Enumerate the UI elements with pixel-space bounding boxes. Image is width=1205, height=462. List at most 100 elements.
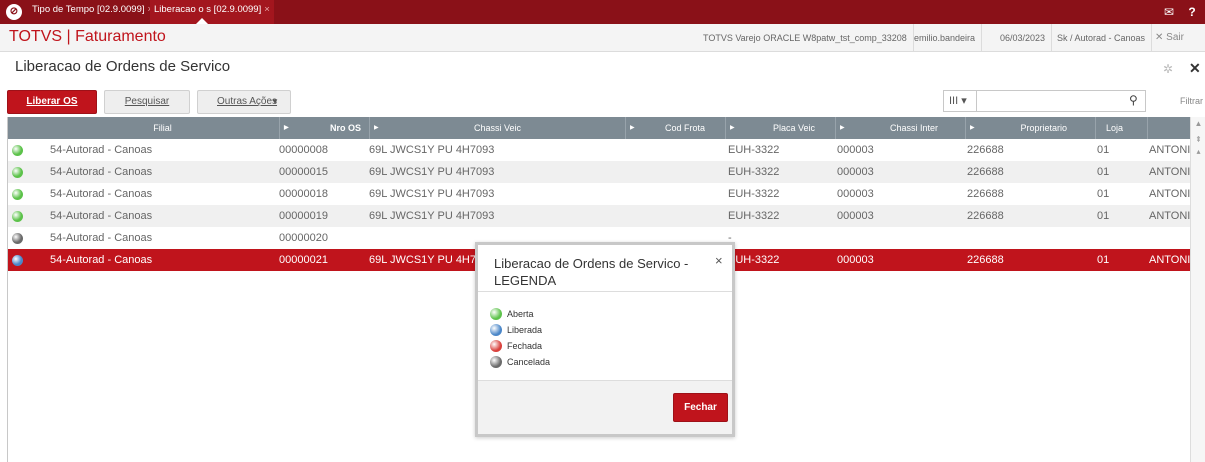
divider <box>478 291 732 292</box>
vertical-scrollbar[interactable]: ▲ ⇞ ▴ <box>1190 117 1205 462</box>
user-label: emilio.bandeira <box>908 24 983 52</box>
tab-tipo-de-tempo[interactable]: Tipo de Tempo [02.9.0099]× <box>28 0 157 24</box>
legend-item: Liberada <box>490 323 550 339</box>
legend-label: Cancelada <box>507 357 551 367</box>
cell-chassi: 69L JWCS1Y PU 4H7093 <box>369 210 495 222</box>
scroll-top-icon[interactable]: ▲ <box>1194 119 1203 128</box>
legend-label: Liberada <box>507 325 543 335</box>
legend-status-icon <box>490 356 502 368</box>
column-header-filial[interactable]: Filial <box>46 117 279 139</box>
cell-loja <box>1097 227 1147 249</box>
tab-liberacao-os[interactable]: Liberacao o s [02.9.0099] × <box>150 0 274 24</box>
totvs-logo-icon[interactable]: ⊘ <box>6 4 22 20</box>
mail-icon[interactable]: ✉ <box>1161 4 1177 20</box>
legend-item: Fechada <box>490 339 550 355</box>
scroll-step-icon[interactable]: ▴ <box>1194 147 1203 156</box>
cell-loja: 01 <box>1097 210 1110 222</box>
top-tab-bar: ⊘ Tipo de Tempo [02.9.0099]× Liberacao o… <box>0 0 1205 24</box>
sort-icon: ▶ <box>284 125 289 131</box>
sort-icon: ▶ <box>840 125 845 131</box>
cell-nome <box>1149 227 1190 249</box>
legend-label: Aberta <box>507 309 534 319</box>
sort-icon: ▶ <box>374 125 379 131</box>
liberar-os-button[interactable]: Liberar OS <box>7 90 97 114</box>
legend-item: Cancelada <box>490 355 550 371</box>
cell-nro-os: 00000021 <box>279 254 328 266</box>
column-header-loja[interactable]: Loja <box>1095 117 1147 139</box>
tab-close-icon[interactable]: × <box>264 4 270 15</box>
status-green-icon <box>12 211 23 222</box>
cell-cod-frota <box>625 161 725 183</box>
cell-placa: EUH-3322 <box>728 188 780 200</box>
cell-nro-os: 00000008 <box>279 144 328 156</box>
cell-chassi-inter: 000003 <box>837 188 874 200</box>
cell-loja: 01 <box>1097 254 1110 266</box>
outras-acoes-button[interactable]: Outras Ações ▼ <box>197 90 291 114</box>
legend-dialog: Liberacao de Ordens de Servico - LEGENDA… <box>475 242 735 437</box>
legend-status-icon <box>490 308 502 320</box>
cell-placa: EUH-3322 <box>728 254 780 266</box>
grid-header: Filial ▶ Nro OS ▶ Chassi Veic ▶ Cod Frota ▶… <box>8 117 1190 139</box>
dialog-close-icon[interactable]: × <box>715 253 723 268</box>
legend-label: Fechada <box>507 341 543 351</box>
column-selector[interactable]: III ▾ <box>943 90 977 112</box>
branch-label[interactable]: Sk / Autorad - Canoas <box>1051 24 1153 52</box>
sort-icon: ▶ <box>630 125 635 131</box>
app-header: TOTVS | Faturamento TOTVS Varejo ORACLE … <box>0 24 1205 52</box>
fechar-button[interactable]: Fechar <box>673 393 728 422</box>
column-header-proprietario[interactable]: ▶ Proprietario <box>965 117 1095 139</box>
help-icon[interactable]: ? <box>1184 4 1200 20</box>
status-gray-icon <box>12 233 23 244</box>
tab-label: Tipo de Tempo [02.9.0099] <box>32 4 145 15</box>
cell-filial: 54-Autorad - Canoas <box>50 166 153 178</box>
cell-nome: ANTONIO <box>1149 188 1190 200</box>
cell-loja: 01 <box>1097 144 1110 156</box>
cell-chassi: 69L JWCS1Y PU 4H7093 <box>369 166 495 178</box>
dialog-footer: Fechar <box>478 380 732 434</box>
cell-cod-frota <box>625 139 725 161</box>
table-row[interactable]: 54-Autorad - Canoas 00000015 69L JWCS1Y PU… <box>8 161 1190 183</box>
search-icon[interactable]: ⚲ <box>1129 93 1138 107</box>
cell-chassi: 69L JWCS1Y PU 4H7093 <box>369 144 495 156</box>
scroll-up-icon[interactable]: ⇞ <box>1194 135 1203 144</box>
cell-nome: ANTONIO <box>1149 254 1190 266</box>
legend-status-icon <box>490 340 502 352</box>
cell-chassi-inter: 000003 <box>837 144 874 156</box>
status-blue-icon <box>12 255 23 266</box>
search-input[interactable] <box>976 90 1146 112</box>
cell-filial: 54-Autorad - Canoas <box>50 232 153 244</box>
column-header-nro-os[interactable]: ▶ Nro OS <box>279 117 369 139</box>
cell-filial: 54-Autorad - Canoas <box>50 210 153 222</box>
cell-filial: 54-Autorad - Canoas <box>50 254 153 266</box>
column-header-cod-frota[interactable]: ▶ Cod Frota <box>625 117 725 139</box>
cell-proprietario <box>967 227 1095 249</box>
cell-placa: EUH-3322 <box>728 210 780 222</box>
column-header-placa-veic[interactable]: ▶ Placa Veic <box>725 117 835 139</box>
environment-label: TOTVS Varejo ORACLE W8patw_tst_comp_3320… <box>697 24 914 52</box>
sort-icon: ▶ <box>730 125 735 131</box>
pesquisar-button[interactable]: Pesquisar <box>104 90 190 114</box>
cell-nome: ANTONIO <box>1149 210 1190 222</box>
column-header-nome[interactable] <box>1147 117 1190 139</box>
app-brand: TOTVS | Faturamento <box>9 28 166 45</box>
tab-label: Liberacao o s [02.9.0099] <box>154 4 262 15</box>
gear-icon[interactable]: ✲ <box>1163 62 1173 76</box>
logout-button[interactable]: ✕ Sair <box>1155 24 1184 52</box>
status-green-icon <box>12 145 23 156</box>
cell-cod-frota <box>625 183 725 205</box>
column-header-chassi-inter[interactable]: ▶ Chassi Inter <box>835 117 965 139</box>
sort-icon: ▶ <box>970 125 975 131</box>
table-row[interactable]: 54-Autorad - Canoas 00000018 69L JWCS1Y PU… <box>8 183 1190 205</box>
status-green-icon <box>12 167 23 178</box>
close-icon[interactable]: ✕ <box>1189 60 1201 77</box>
date-label: 06/03/2023 <box>994 24 1053 52</box>
cell-proprietario: 226688 <box>967 210 1004 222</box>
dialog-title: Liberacao de Ordens de Servico - LEGENDA <box>494 256 689 288</box>
table-row[interactable]: 54-Autorad - Canoas 00000019 69L JWCS1Y PU… <box>8 205 1190 227</box>
cell-placa: - <box>728 232 732 244</box>
cell-filial: 54-Autorad - Canoas <box>50 144 153 156</box>
table-row[interactable]: 54-Autorad - Canoas 00000008 69L JWCS1Y PU… <box>8 139 1190 161</box>
column-header-chassi-veic[interactable]: ▶ Chassi Veic <box>369 117 625 139</box>
cell-loja: 01 <box>1097 166 1110 178</box>
filtrar-button[interactable]: Filtrar <box>1180 96 1203 106</box>
